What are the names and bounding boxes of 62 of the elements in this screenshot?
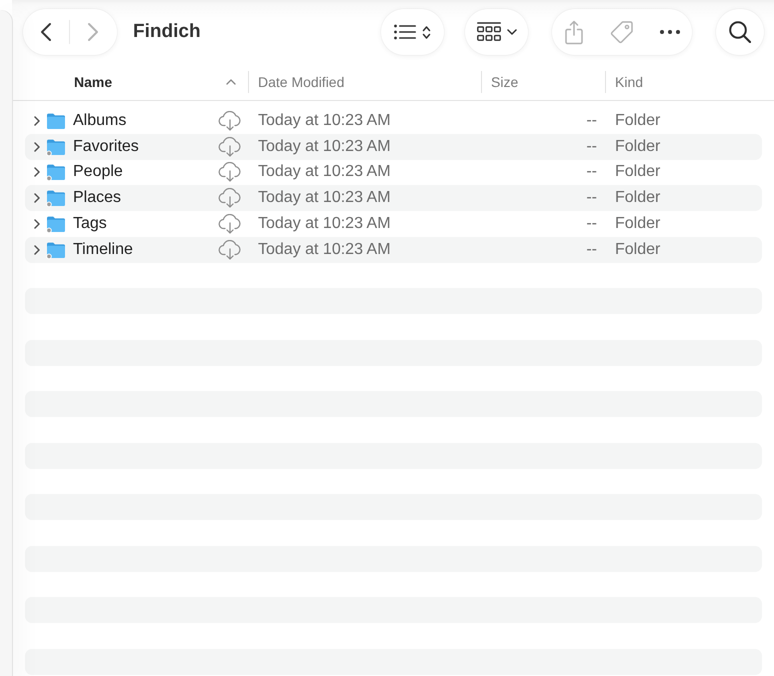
column-header[interactable]: Name: [25, 70, 248, 92]
cloud-download-icon[interactable]: [218, 162, 242, 182]
file-size: --: [586, 240, 597, 259]
chevron-right-icon: [87, 22, 99, 42]
column-header[interactable]: Date Modified: [248, 70, 481, 92]
share-icon: [564, 20, 584, 44]
file-size: --: [586, 163, 597, 182]
file-size: --: [586, 138, 597, 156]
disclosure-chevron-icon[interactable]: [34, 142, 40, 152]
more-icon: [660, 30, 680, 34]
cloud-download-icon[interactable]: [218, 110, 242, 131]
disclosure-chevron-icon[interactable]: [34, 244, 40, 255]
list-icon: [394, 24, 416, 40]
chevron-updown-icon: [422, 24, 431, 40]
column-header[interactable]: Size: [481, 70, 605, 92]
date-modified: Today at 10:23 AM: [258, 163, 391, 182]
column-header[interactable]: Kind: [605, 70, 762, 92]
folder-name: Timeline: [73, 240, 134, 259]
file-kind: Folder: [615, 163, 660, 182]
file-size: --: [586, 112, 597, 130]
folder-name: Favorites: [73, 138, 140, 156]
cloud-download-icon[interactable]: [218, 136, 242, 157]
file-kind: Folder: [615, 214, 660, 233]
tag-icon: [610, 20, 634, 44]
chevron-down-icon: [506, 29, 516, 35]
file-kind: Folder: [615, 240, 660, 259]
search-button[interactable]: [716, 9, 764, 55]
chevron-up-icon: [226, 78, 236, 84]
file-kind: Folder: [615, 138, 660, 156]
folder-name: Albums: [73, 112, 128, 130]
disclosure-chevron-icon[interactable]: [34, 218, 40, 229]
cloud-download-icon[interactable]: [218, 214, 242, 234]
disclosure-chevron-icon[interactable]: [34, 116, 40, 126]
file-kind: Folder: [615, 189, 660, 208]
file-kind: Folder: [615, 112, 660, 130]
folder-icon: [46, 112, 66, 130]
date-modified: Today at 10:23 AM: [258, 189, 391, 208]
file-row[interactable]: People Today at 10:23 AM -- Folder: [25, 160, 762, 186]
search-icon: [729, 21, 751, 43]
cloud-download-icon[interactable]: [218, 240, 242, 260]
file-row[interactable]: Albums Today at 10:23 AM -- Folder: [25, 108, 762, 134]
disclosure-chevron-icon[interactable]: [34, 193, 40, 204]
disclosure-chevron-icon[interactable]: [34, 167, 40, 178]
folder-name: Places: [73, 189, 122, 208]
file-size: --: [586, 214, 597, 233]
file-row[interactable]: Favorites Today at 10:23 AM -- Folder: [25, 134, 762, 160]
list-view-button[interactable]: [381, 9, 444, 55]
file-row[interactable]: Places Today at 10:23 AM -- Folder: [25, 185, 762, 211]
folder-name: People: [73, 163, 124, 182]
chevron-left-icon: [40, 22, 52, 42]
cloud-download-icon[interactable]: [218, 188, 242, 208]
grid-icon: [476, 22, 500, 42]
file-row[interactable]: Timeline Today at 10:23 AM -- Folder: [25, 236, 762, 262]
file-row[interactable]: Tags Today at 10:23 AM -- Folder: [25, 211, 762, 237]
window-title: Findich: [133, 21, 201, 43]
folder-name: Tags: [73, 214, 108, 233]
date-modified: Today at 10:23 AM: [258, 240, 391, 259]
file-size: --: [586, 189, 597, 208]
date-modified: Today at 10:23 AM: [258, 138, 391, 156]
date-modified: Today at 10:23 AM: [258, 112, 391, 130]
date-modified: Today at 10:23 AM: [258, 214, 391, 233]
grid-view-button[interactable]: [465, 9, 528, 55]
